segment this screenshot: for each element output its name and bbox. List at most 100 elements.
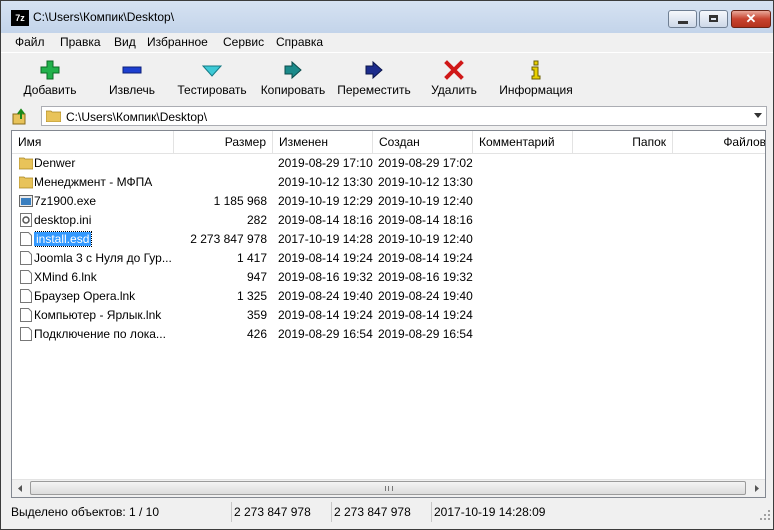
- chevron-down-icon[interactable]: [754, 113, 762, 118]
- plus-icon: [40, 60, 60, 80]
- info-icon: [531, 60, 541, 80]
- scroll-left-icon[interactable]: [12, 480, 29, 497]
- file-created: 2019-08-29 16:54: [378, 327, 473, 341]
- close-button[interactable]: ✕: [731, 10, 771, 28]
- file-created: 2019-08-14 18:16: [378, 213, 473, 227]
- table-row[interactable]: 7z1900.exe 1 185 968 2019-10-19 12:29 2019-…: [12, 192, 765, 211]
- file-name: Подключение по лока...: [34, 325, 184, 344]
- file-created: 2019-08-24 19:40: [378, 289, 473, 303]
- add-label: Добавить: [23, 83, 77, 97]
- column-name[interactable]: Имя: [12, 131, 174, 153]
- status-date: 2017-10-19 14:28:09: [431, 502, 631, 522]
- column-folders[interactable]: Папок: [573, 131, 673, 153]
- file-modified: 2019-08-14 18:16: [278, 213, 373, 227]
- file-list: Имя Размер Изменен Создан Комментарий Па…: [11, 130, 766, 498]
- file-size: 1 417: [236, 251, 267, 265]
- minus-icon: [122, 66, 142, 74]
- settings-file-icon: [20, 213, 32, 227]
- window-title: C:\Users\Компик\Desktop\: [33, 10, 175, 24]
- table-row[interactable]: Браузер Opera.lnk 1 325 2019-08-24 19:40 20…: [12, 287, 765, 306]
- status-selected: Выделено объектов: 1 / 10: [11, 505, 160, 519]
- file-name-text: desktop.ini: [34, 213, 92, 227]
- horizontal-scrollbar[interactable]: [12, 479, 765, 497]
- file-created: 2019-10-12 13:30: [378, 175, 473, 189]
- copy-arrow-icon: [284, 60, 302, 80]
- copy-button[interactable]: Копировать: [255, 53, 331, 103]
- file-size: [174, 173, 267, 192]
- test-label: Тестировать: [177, 83, 247, 97]
- table-row[interactable]: install.esd 2 273 847 978 2017-10-19 14:28…: [12, 230, 765, 249]
- file-icon: [20, 308, 32, 322]
- copy-label: Копировать: [260, 83, 326, 97]
- menu-file[interactable]: Файл: [15, 35, 45, 49]
- column-comment[interactable]: Комментарий: [473, 131, 573, 153]
- menu-favorites[interactable]: Избранное: [147, 35, 208, 49]
- table-row[interactable]: Подключение по лока... 426 2019-08-29 16:5…: [12, 325, 765, 344]
- delete-button[interactable]: Удалить: [421, 53, 487, 103]
- file-size: 426: [246, 327, 267, 341]
- scrollbar-thumb[interactable]: [30, 481, 746, 495]
- column-modified[interactable]: Изменен: [273, 131, 373, 153]
- check-icon: [202, 65, 222, 77]
- minimize-button[interactable]: [668, 10, 697, 28]
- extract-button[interactable]: Извлечь: [95, 53, 169, 103]
- file-created: 2019-10-19 12:40: [378, 194, 473, 208]
- move-button[interactable]: Переместить: [335, 53, 413, 103]
- table-row[interactable]: Denwer 2019-08-29 17:10 2019-08-29 17:02: [12, 154, 765, 173]
- table-row[interactable]: Менеджмент - МФПА 2019-10-12 13:30 2019-10…: [12, 173, 765, 192]
- file-name-text: Браузер Opera.lnk: [34, 289, 136, 303]
- file-name-text: Подключение по лока...: [34, 327, 166, 341]
- scroll-right-icon[interactable]: [748, 480, 765, 497]
- file-modified: 2019-08-16 19:32: [278, 270, 373, 284]
- delete-x-icon: [444, 60, 464, 80]
- delete-label: Удалить: [431, 83, 477, 97]
- file-name-text: XMind 6.lnk: [34, 270, 97, 284]
- resize-grip-icon[interactable]: [759, 509, 771, 521]
- info-button[interactable]: Информация: [495, 53, 577, 103]
- table-row[interactable]: desktop.ini 282 2019-08-14 18:16 2019-08-14…: [12, 211, 765, 230]
- add-button[interactable]: Добавить: [13, 53, 87, 103]
- file-created: 2019-08-29 17:02: [378, 156, 473, 170]
- file-name: install.esd: [34, 230, 184, 249]
- menu-bar: Файл Правка Вид Избранное Сервис Справка: [1, 33, 773, 52]
- up-folder-icon[interactable]: [12, 108, 30, 126]
- file-name: Denwer: [34, 154, 184, 173]
- file-size: 1 325: [236, 289, 267, 303]
- file-name: Браузер Opera.lnk: [34, 287, 184, 306]
- title-bar[interactable]: 7z C:\Users\Компик\Desktop\ ✕: [1, 1, 773, 33]
- menu-view[interactable]: Вид: [114, 35, 136, 49]
- app-window: 7z C:\Users\Компик\Desktop\ ✕ Файл Правк…: [0, 0, 774, 530]
- table-row[interactable]: XMind 6.lnk 947 2019-08-16 19:32 2019-08-16…: [12, 268, 765, 287]
- menu-tools[interactable]: Сервис: [223, 35, 264, 49]
- file-created: 2019-08-14 19:24: [378, 308, 473, 322]
- file-size: 947: [246, 270, 267, 284]
- file-name: Компьютер - Ярлык.lnk: [34, 306, 184, 325]
- file-size: 1 185 968: [213, 194, 267, 208]
- menu-help[interactable]: Справка: [276, 35, 323, 49]
- file-created: 2019-08-14 19:24: [378, 251, 473, 265]
- file-name: XMind 6.lnk: [34, 268, 184, 287]
- table-row[interactable]: Компьютер - Ярлык.lnk 359 2019-08-14 19:24…: [12, 306, 765, 325]
- file-modified: 2019-08-29 17:10: [278, 156, 373, 170]
- move-label: Переместить: [337, 83, 411, 97]
- table-row[interactable]: Joomla 3 с Нуля до Гур... 1 417 2019-08-14…: [12, 249, 765, 268]
- address-field[interactable]: C:\Users\Компик\Desktop\: [41, 106, 767, 126]
- file-modified: 2019-08-29 16:54: [278, 327, 373, 341]
- test-button[interactable]: Тестировать: [171, 53, 253, 103]
- column-size[interactable]: Размер: [174, 131, 273, 153]
- column-created[interactable]: Создан: [373, 131, 473, 153]
- folder-icon: [19, 176, 33, 189]
- file-name-text: install.esd: [34, 231, 93, 247]
- close-icon: ✕: [745, 11, 757, 26]
- file-name: 7z1900.exe: [34, 192, 184, 211]
- column-files[interactable]: Файлов: [673, 131, 765, 153]
- file-name-text: Denwer: [34, 156, 76, 170]
- file-size: 359: [246, 308, 267, 322]
- maximize-button[interactable]: [699, 10, 728, 28]
- file-modified: 2019-08-24 19:40: [278, 289, 373, 303]
- move-arrow-icon: [365, 60, 383, 80]
- file-size: 2 273 847 978: [190, 232, 267, 246]
- menu-edit[interactable]: Правка: [60, 35, 101, 49]
- extract-label: Извлечь: [108, 83, 155, 97]
- toolbar: Добавить Извлечь Тестировать Копировать …: [1, 52, 773, 104]
